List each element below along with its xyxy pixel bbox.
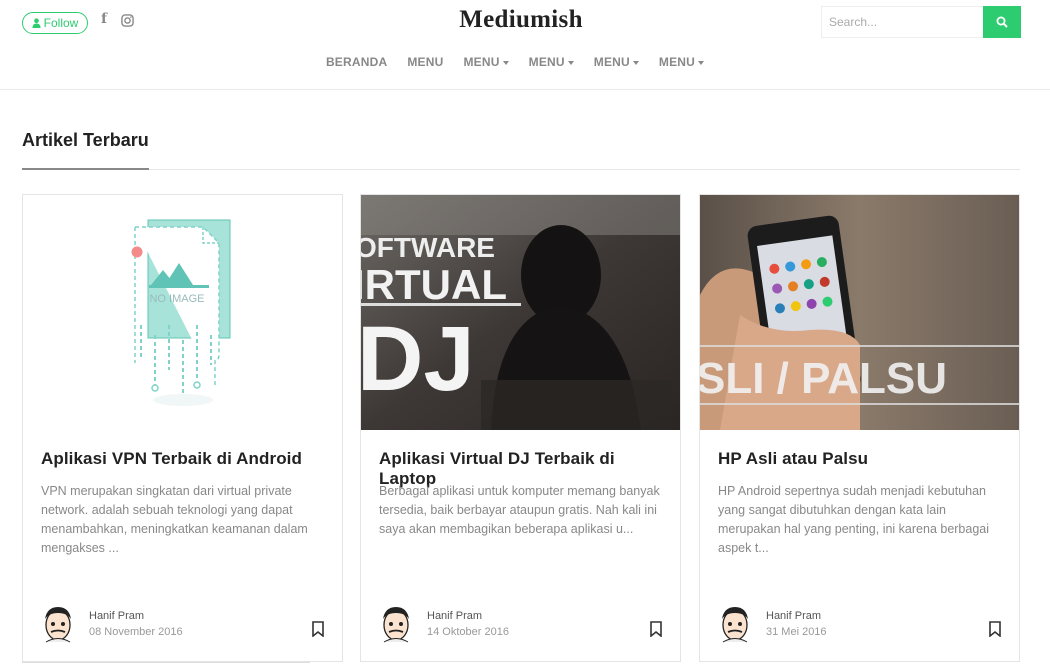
search-icon — [996, 16, 1008, 28]
nav-item-menu-dropdown[interactable]: MENU — [584, 55, 649, 69]
bookmark-icon[interactable] — [311, 621, 325, 637]
nav-item-menu-dropdown[interactable]: MENU — [649, 55, 714, 69]
post-thumbnail-no-image[interactable]: NO IMAGE — [23, 195, 342, 430]
nav-item-beranda[interactable]: BERANDA — [316, 55, 397, 69]
author-avatar[interactable] — [379, 605, 413, 643]
section-title: Artikel Terbaru — [22, 130, 149, 150]
post-thumbnail[interactable]: OFTWARE IRTUAL DJ — [361, 195, 680, 430]
bookmark-icon[interactable] — [649, 621, 663, 637]
scroll-divider — [22, 662, 310, 663]
nav-item-menu-dropdown[interactable]: MENU — [453, 55, 518, 69]
post-excerpt: Berbagai aplikasi untuk komputer memang … — [379, 484, 660, 536]
search-button[interactable] — [983, 6, 1021, 38]
search-input[interactable] — [821, 6, 984, 38]
thumb-text-line2: IRTUAL — [361, 261, 507, 308]
post-card[interactable]: OFTWARE IRTUAL DJ Aplikasi Virtual DJ Te… — [360, 194, 681, 662]
thumb-text-line3: DJ — [361, 308, 475, 410]
bookmark-icon[interactable] — [988, 621, 1002, 637]
post-card[interactable]: SLI / PALSU HP Asli atau Palsu HP Androi… — [699, 194, 1020, 662]
post-date: 14 Oktober 2016 — [427, 626, 509, 638]
thumb-text: SLI / PALSU — [700, 354, 947, 403]
caret-down-icon — [502, 60, 509, 65]
section-divider — [22, 169, 1020, 170]
caret-down-icon — [567, 60, 574, 65]
post-title[interactable]: Aplikasi VPN Terbaik di Android — [41, 449, 331, 469]
site-header: Follow f Mediumish BERANDA MENU MENU MEN… — [0, 0, 1050, 90]
post-author[interactable]: Hanif Pram — [427, 610, 482, 622]
nav-item-menu-dropdown[interactable]: MENU — [519, 55, 584, 69]
post-author[interactable]: Hanif Pram — [766, 610, 821, 622]
post-author[interactable]: Hanif Pram — [89, 610, 144, 622]
post-thumbnail[interactable]: SLI / PALSU — [700, 195, 1019, 430]
nav-item-menu[interactable]: MENU — [397, 55, 453, 69]
caret-down-icon — [698, 60, 705, 65]
post-excerpt: HP Android sepertnya sudah menjadi kebut… — [718, 484, 990, 555]
post-title[interactable]: HP Asli atau Palsu — [718, 449, 1008, 469]
author-avatar[interactable] — [718, 605, 752, 643]
caret-down-icon — [632, 60, 639, 65]
post-excerpt: VPN merupakan singkatan dari virtual pri… — [41, 484, 308, 555]
main-nav: BERANDA MENU MENU MENU MENU MENU — [0, 55, 1030, 69]
post-date: 08 November 2016 — [89, 626, 183, 638]
thumb-text-line1: OFTWARE — [361, 232, 495, 263]
post-card[interactable]: NO IMAGE Aplikasi VPN Terbaik di Android… — [22, 194, 343, 662]
author-avatar[interactable] — [41, 605, 75, 643]
no-image-text: NO IMAGE — [149, 293, 204, 305]
section-title-underline — [22, 168, 149, 170]
post-date: 31 Mei 2016 — [766, 626, 827, 638]
